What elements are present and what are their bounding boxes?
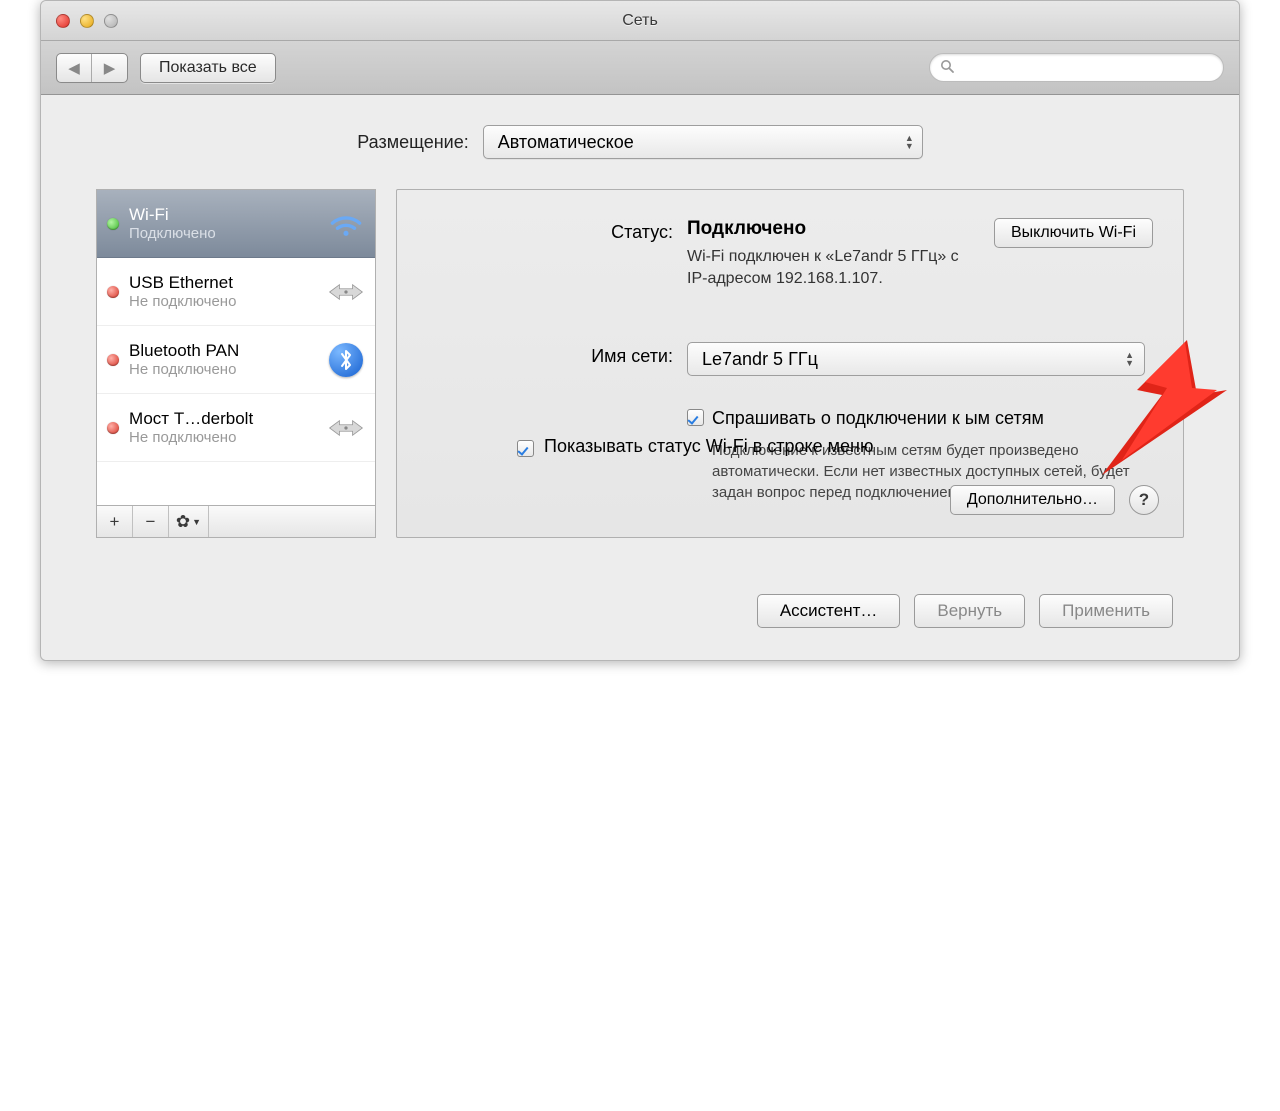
network-name-popup[interactable]: Le7andr 5 ГГц ▲▼ (687, 342, 1145, 376)
traffic-lights (41, 14, 118, 28)
service-item-bluetooth[interactable]: Bluetooth PAN Не подключено (97, 326, 375, 394)
ask-join-label: Спрашивать о подключении к ым сетям (712, 406, 1142, 430)
network-name-label: Имя сети: (427, 342, 687, 367)
show-status-row: Показывать статус Wi-Fi в строке меню (517, 436, 873, 457)
show-status-checkbox[interactable] (517, 440, 534, 457)
service-name: Мост T…derbolt (129, 409, 317, 429)
ethernet-icon (327, 412, 365, 444)
titlebar: Сеть (41, 1, 1239, 41)
bluetooth-icon (327, 344, 365, 376)
gear-icon: ✿ (176, 512, 190, 532)
sidebar: Wi-Fi Подключено (96, 189, 376, 538)
show-all-button[interactable]: Показать все (140, 53, 276, 83)
service-item-wifi[interactable]: Wi-Fi Подключено (97, 190, 375, 258)
network-name-value: Le7andr 5 ГГц (702, 349, 818, 370)
popup-arrows-icon: ▲▼ (1125, 351, 1134, 367)
window-title: Сеть (41, 12, 1239, 30)
detail-panel: Статус: Подключено Wi-Fi подключен к «Le… (396, 189, 1184, 538)
remove-service-button[interactable]: − (133, 506, 169, 537)
search-icon (940, 59, 954, 77)
status-dot-red (107, 286, 119, 298)
service-text: USB Ethernet Не подключено (129, 273, 317, 310)
sidebar-footer: + − ✿▼ (96, 506, 376, 538)
back-button[interactable]: ◀ (57, 54, 92, 82)
assistant-button[interactable]: Ассистент… (757, 594, 901, 628)
location-row: Размещение: Автоматическое ▲▼ (96, 125, 1184, 159)
service-status: Не подключено (129, 429, 317, 446)
service-list: Wi-Fi Подключено (96, 189, 376, 506)
location-value: Автоматическое (498, 132, 634, 153)
service-item-usb-ethernet[interactable]: USB Ethernet Не подключено (97, 258, 375, 326)
toggle-wifi-button[interactable]: Выключить Wi-Fi (994, 218, 1153, 248)
ask-join-checkbox[interactable] (687, 409, 704, 426)
popup-arrows-icon: ▲▼ (905, 134, 914, 150)
status-dot-red (107, 354, 119, 366)
chevron-down-icon: ▼ (192, 517, 201, 527)
status-row: Статус: Подключено Wi-Fi подключен к «Le… (427, 218, 1153, 290)
location-popup[interactable]: Автоматическое ▲▼ (483, 125, 923, 159)
status-label: Статус: (427, 218, 687, 243)
service-name: Bluetooth PAN (129, 341, 317, 361)
status-dot-red (107, 422, 119, 434)
network-name-row: Имя сети: Le7andr 5 ГГц ▲▼ (427, 342, 1153, 376)
content-area: Размещение: Автоматическое ▲▼ Wi-Fi Подк… (41, 95, 1239, 568)
service-text: Wi-Fi Подключено (129, 205, 317, 242)
status-value: Подключено (687, 218, 974, 240)
advanced-button[interactable]: Дополнительно… (950, 485, 1115, 515)
service-actions-button[interactable]: ✿▼ (169, 506, 209, 537)
status-dot-green (107, 218, 119, 230)
help-button[interactable]: ? (1129, 485, 1159, 515)
connection-info: Wi-Fi подключен к «Le7andr 5 ГГц» с IP-а… (687, 246, 974, 290)
show-status-label: Показывать статус Wi-Fi в строке меню (544, 436, 873, 457)
service-text: Bluetooth PAN Не подключено (129, 341, 317, 378)
nav-segment: ◀ ▶ (56, 53, 128, 83)
close-button[interactable] (56, 14, 70, 28)
zoom-button[interactable] (104, 14, 118, 28)
add-service-button[interactable]: + (97, 506, 133, 537)
location-label: Размещение: (357, 132, 468, 153)
toolbar: ◀ ▶ Показать все (41, 41, 1239, 95)
service-status: Не подключено (129, 293, 317, 310)
revert-button[interactable]: Вернуть (914, 594, 1025, 628)
search-field[interactable] (929, 53, 1224, 82)
service-name: Wi-Fi (129, 205, 317, 225)
main-row: Wi-Fi Подключено (96, 189, 1184, 538)
bottom-bar: Ассистент… Вернуть Применить (41, 568, 1239, 660)
apply-button[interactable]: Применить (1039, 594, 1173, 628)
network-preferences-window: Сеть ◀ ▶ Показать все Размещение: Автома… (40, 0, 1240, 661)
service-status: Подключено (129, 225, 317, 242)
service-item-thunderbolt[interactable]: Мост T…derbolt Не подключено (97, 394, 375, 462)
minimize-button[interactable] (80, 14, 94, 28)
service-name: USB Ethernet (129, 273, 317, 293)
forward-button[interactable]: ▶ (92, 54, 127, 82)
wifi-icon (327, 208, 365, 240)
service-status: Не подключено (129, 361, 317, 378)
service-text: Мост T…derbolt Не подключено (129, 409, 317, 446)
advanced-row: Дополнительно… ? (950, 485, 1159, 515)
ethernet-icon (327, 276, 365, 308)
